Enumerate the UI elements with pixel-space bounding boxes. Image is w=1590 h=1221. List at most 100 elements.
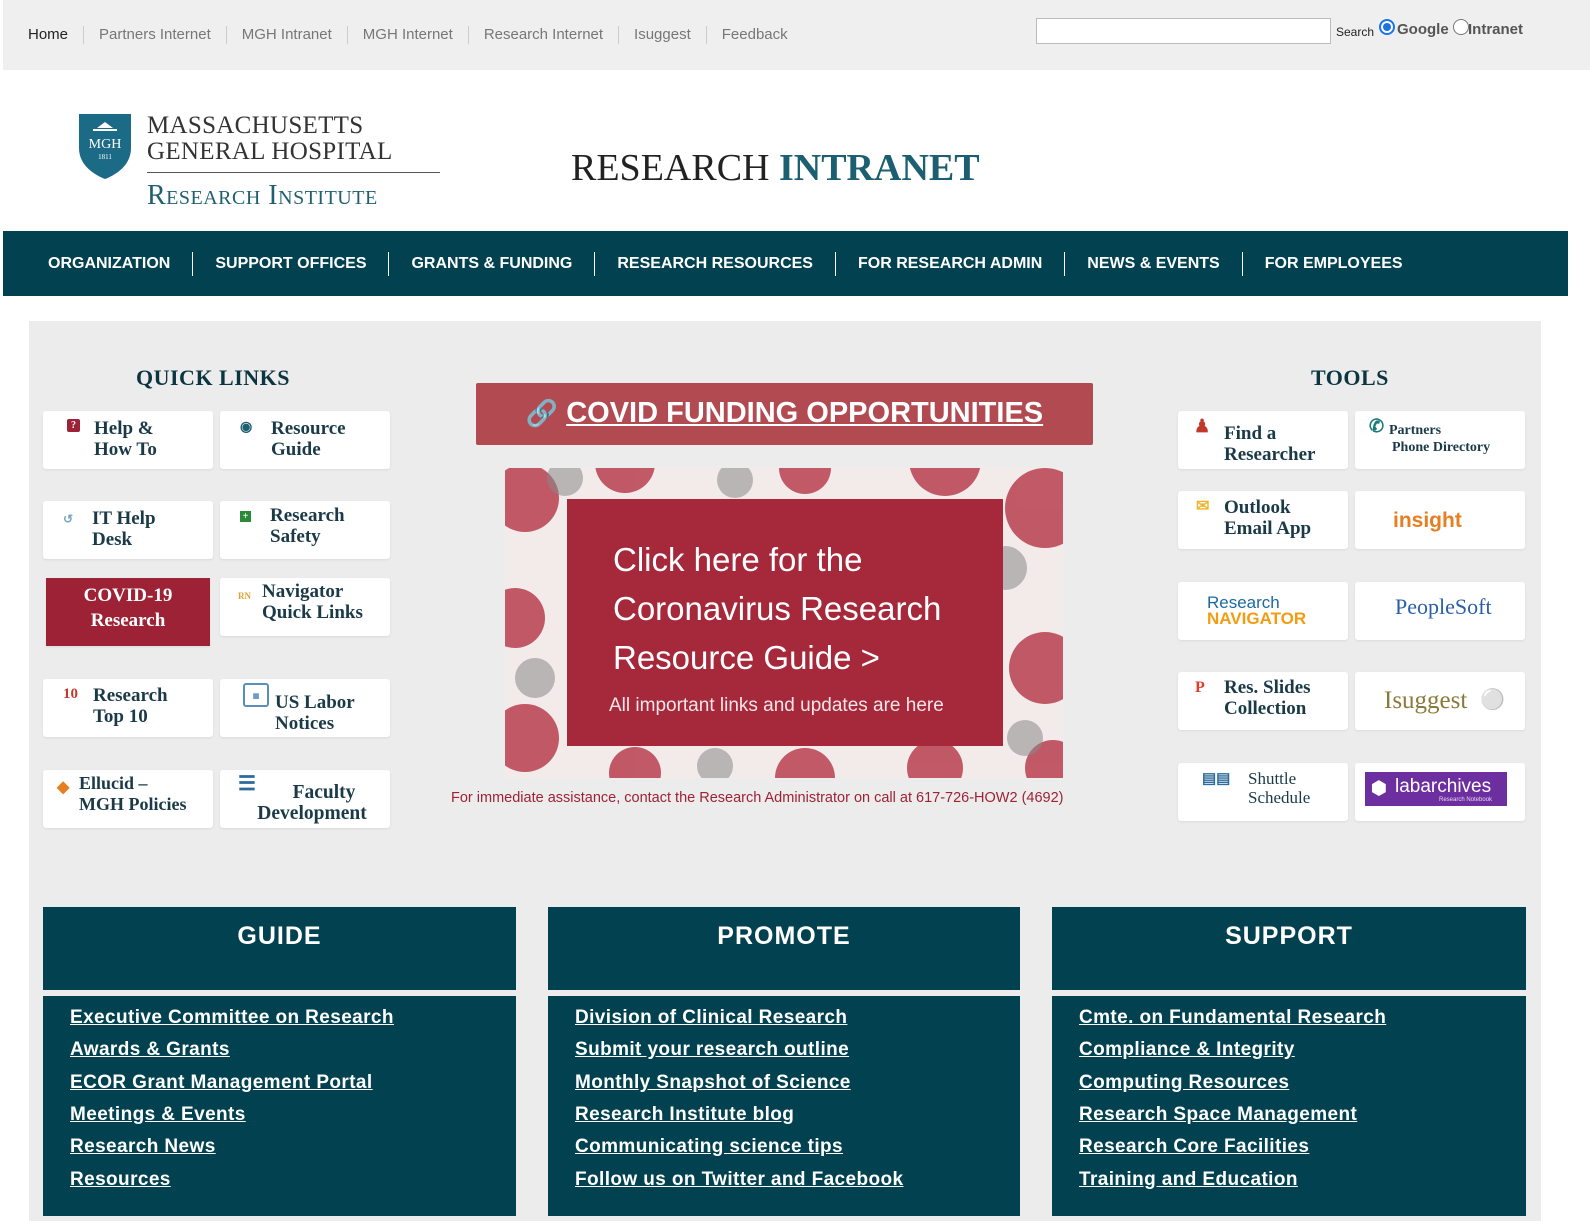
coronavirus-resource-banner[interactable]: Click here for the Coronavirus Research …: [505, 468, 1063, 778]
support-link[interactable]: Research Space Management: [1079, 1104, 1357, 1126]
promote-links: Division of Clinical Research Submit you…: [548, 996, 1020, 1216]
quick-link-label: COVID-19 Research: [83, 585, 173, 631]
quick-link-label: Resource Guide: [271, 418, 346, 460]
navigator-logo-text: Research NAVIGATOR: [1207, 593, 1307, 628]
quick-link-label: Ellucid – MGH Policies: [79, 773, 187, 814]
slides-icon: P: [1195, 679, 1205, 696]
nav-support-offices[interactable]: SUPPORT OFFICES: [193, 251, 390, 276]
guide-links: Executive Committee on Research Awards &…: [43, 996, 516, 1216]
quick-link-research-safety[interactable]: + Research Safety: [220, 501, 390, 559]
promote-link[interactable]: Communicating science tips: [575, 1136, 843, 1158]
utility-link-feedback[interactable]: Feedback: [707, 26, 803, 44]
tool-peoplesoft[interactable]: PeopleSoft: [1355, 582, 1525, 640]
quick-link-it-help-desk[interactable]: ↺ IT Help Desk: [43, 501, 213, 559]
tool-isuggest[interactable]: Isuggest ⚪: [1355, 672, 1525, 730]
quick-link-covid-19-research[interactable]: COVID-19 Research: [46, 578, 210, 646]
tool-shuttle-schedule[interactable]: ▤▤ Shuttle Schedule: [1178, 763, 1348, 821]
utility-link-partners-internet[interactable]: Partners Internet: [84, 26, 227, 44]
quick-link-resource-guide[interactable]: ◉ Resource Guide: [220, 411, 390, 469]
promote-link[interactable]: Division of Clinical Research: [575, 1007, 847, 1029]
nav-organization[interactable]: ORGANIZATION: [26, 251, 194, 276]
quick-link-label: Navigator Quick Links: [262, 581, 363, 623]
promote-link[interactable]: Follow us on Twitter and Facebook: [575, 1169, 903, 1191]
tool-label: Partners Phone Directory: [1389, 423, 1491, 455]
top-utility-bar: Home Partners Internet MGH Intranet MGH …: [3, 0, 1590, 70]
isuggest-logo-text: Isuggest: [1384, 687, 1468, 714]
guide-link[interactable]: Awards & Grants: [70, 1039, 230, 1061]
quick-link-faculty-development[interactable]: ☰ Faculty Development: [220, 770, 390, 828]
support-link[interactable]: Compliance & Integrity: [1079, 1039, 1295, 1061]
guide-link[interactable]: ECOR Grant Management Portal: [70, 1072, 373, 1094]
quick-link-label: Help & How To: [94, 418, 157, 460]
tool-find-a-researcher[interactable]: ♟ Find a Researcher: [1178, 411, 1348, 469]
labarchives-logo-text: labarchives: [1395, 776, 1492, 797]
support-link[interactable]: Computing Resources: [1079, 1072, 1289, 1094]
main-nav: ORGANIZATION SUPPORT OFFICES GRANTS & FU…: [3, 231, 1568, 296]
quick-link-navigator-quick-links[interactable]: RN Navigator Quick Links: [220, 578, 390, 636]
quick-link-us-labor-notices[interactable]: ▦ US Labor Notices: [220, 679, 390, 737]
person-icon: ♟: [1194, 416, 1211, 436]
guide-link[interactable]: Resources: [70, 1169, 171, 1191]
quick-link-ellucid-mgh-policies[interactable]: ◆ Ellucid – MGH Policies: [43, 770, 213, 828]
banner-line-3: Resource Guide >: [613, 639, 880, 676]
tool-research-navigator[interactable]: Research NAVIGATOR: [1178, 582, 1348, 640]
utility-link-mgh-intranet[interactable]: MGH Intranet: [227, 26, 348, 44]
utility-link-research-internet[interactable]: Research Internet: [469, 26, 620, 44]
support-link[interactable]: Research Core Facilities: [1079, 1136, 1309, 1158]
navigator-icon: RN: [238, 591, 251, 601]
insight-logo-text: insight: [1393, 509, 1462, 532]
nav-grants-funding[interactable]: GRANTS & FUNDING: [389, 251, 596, 276]
search-input[interactable]: [1036, 18, 1331, 44]
site-title-part1: RESEARCH: [571, 147, 770, 189]
utility-link-home[interactable]: Home: [28, 26, 85, 44]
utility-link-mgh-internet[interactable]: MGH Internet: [348, 26, 469, 44]
link-icon: 🔗: [525, 398, 559, 428]
covid-funding-label: COVID FUNDING OPPORTUNITIES: [566, 397, 1044, 429]
tool-outlook-email-app[interactable]: ✉ Outlook Email App: [1178, 491, 1348, 549]
tool-label: Find a Researcher: [1224, 423, 1316, 465]
labarchives-tagline: Research Notebook: [1439, 797, 1493, 803]
peoplesoft-logo-text: PeopleSoft: [1395, 594, 1492, 619]
guide-link[interactable]: Executive Committee on Research: [70, 1007, 394, 1029]
support-link[interactable]: Training and Education: [1079, 1169, 1298, 1191]
promote-link[interactable]: Research Institute blog: [575, 1104, 794, 1126]
nav-research-resources[interactable]: RESEARCH RESOURCES: [595, 251, 836, 276]
nav-news-events[interactable]: NEWS & EVENTS: [1065, 251, 1243, 276]
logo-line-3: Research Institute: [147, 180, 378, 211]
support-link[interactable]: Cmte. on Fundamental Research: [1079, 1007, 1386, 1029]
utility-links: Home Partners Internet MGH Intranet MGH …: [28, 26, 803, 44]
tool-insight[interactable]: insight: [1355, 491, 1525, 549]
tool-res-slides-collection[interactable]: P Res. Slides Collection: [1178, 672, 1348, 730]
promote-header: PROMOTE: [548, 907, 1020, 990]
radio-google[interactable]: [1379, 19, 1395, 35]
cube-icon: ⬢: [1371, 778, 1387, 798]
nav-for-research-admin[interactable]: FOR RESEARCH ADMIN: [836, 251, 1066, 276]
search-button[interactable]: Search: [1336, 25, 1374, 39]
logo-line-2: GENERAL HOSPITAL: [147, 138, 393, 165]
ellucid-diamond-icon: ◆: [57, 779, 70, 796]
lightbulb-icon: ⚪: [1480, 689, 1505, 711]
tool-partners-phone-directory[interactable]: ✆ Partners Phone Directory: [1355, 411, 1525, 469]
quick-link-label: Research Safety: [270, 505, 345, 547]
support-links: Cmte. on Fundamental Research Compliance…: [1052, 996, 1526, 1216]
utility-link-isuggest[interactable]: Isuggest: [619, 26, 707, 44]
banner-line-2: Coronavirus Research: [613, 590, 942, 627]
contact-notice: For immediate assistance, contact the Re…: [451, 790, 1064, 806]
nav-for-employees[interactable]: FOR EMPLOYEES: [1243, 252, 1425, 276]
banner-subtext: All important links and updates are here: [609, 695, 944, 716]
covid-funding-button[interactable]: 🔗 COVID FUNDING OPPORTUNITIES: [476, 383, 1093, 445]
radio-intranet[interactable]: [1453, 19, 1469, 35]
quick-link-help-how-to[interactable]: ? Help & How To: [43, 411, 213, 469]
tool-labarchives[interactable]: ⬢ labarchives Research Notebook: [1355, 763, 1525, 821]
quick-link-research-top-10[interactable]: 10 Research Top 10: [43, 679, 213, 737]
guide-link[interactable]: Meetings & Events: [70, 1104, 246, 1126]
logo-line-1: MASSACHUSETTS: [147, 112, 364, 139]
notice-board-icon: ▦: [243, 683, 269, 707]
promote-link[interactable]: Submit your research outline: [575, 1039, 849, 1061]
promote-link[interactable]: Monthly Snapshot of Science: [575, 1072, 851, 1094]
guide-header: GUIDE: [43, 907, 516, 990]
guide-link[interactable]: Research News: [70, 1136, 216, 1158]
labarchives-logo: ⬢ labarchives Research Notebook: [1365, 772, 1507, 806]
shield-year: 1811: [98, 153, 112, 161]
banner-text-box: Click here for the Coronavirus Research …: [567, 499, 1003, 746]
